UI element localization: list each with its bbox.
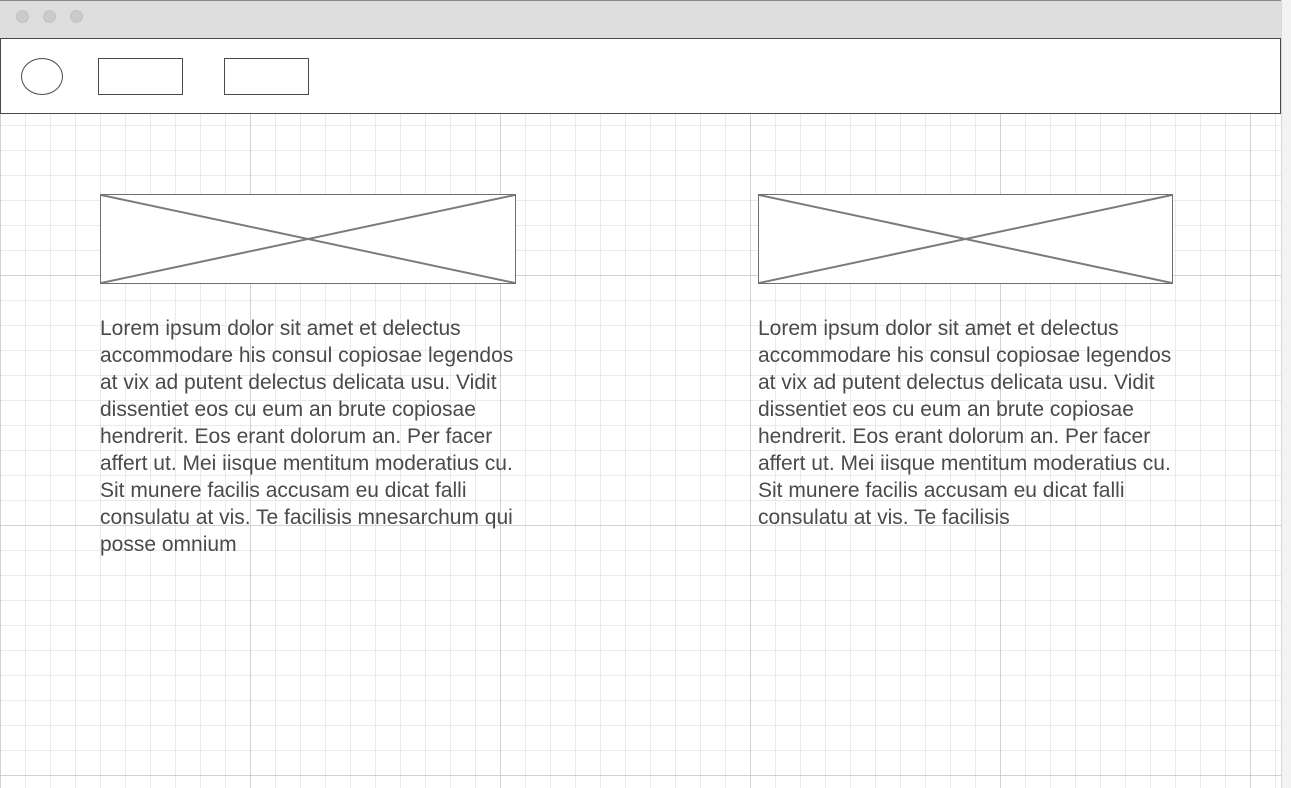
canvas-right-edge [1281, 0, 1291, 788]
card-body-text: Lorem ipsum dolor sit amet et delectus a… [100, 317, 514, 556]
window-titlebar [0, 0, 1281, 38]
image-placeholder-icon [101, 195, 515, 283]
window-close-button[interactable] [16, 10, 29, 23]
nav-button-1[interactable] [98, 58, 183, 95]
logo-placeholder-circle[interactable] [21, 58, 63, 95]
image-placeholder-icon [759, 195, 1172, 283]
window-minimize-button[interactable] [43, 10, 56, 23]
content-card-right: Lorem ipsum dolor sit amet et delectus a… [758, 194, 1178, 531]
image-placeholder [100, 194, 516, 284]
nav-button-2[interactable] [224, 58, 309, 95]
window-maximize-button[interactable] [70, 10, 83, 23]
image-placeholder [758, 194, 1173, 284]
card-body-text: Lorem ipsum dolor sit amet et delectus a… [758, 317, 1172, 529]
navbar [0, 38, 1281, 114]
content-card-left: Lorem ipsum dolor sit amet et delectus a… [100, 194, 520, 558]
